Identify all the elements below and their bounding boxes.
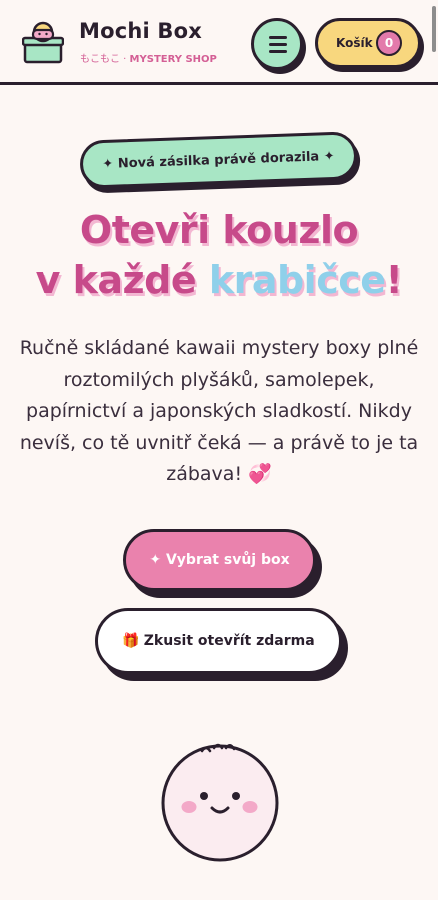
new-shipment-badge: ✦ Nová zásilka právě dorazila ✦ (79, 131, 358, 189)
cart-button[interactable]: Košík 0 (315, 18, 421, 68)
try-free-open-label: Zkusit otevřít zdarma (143, 633, 315, 649)
brand-subtitle: もこもこ · MYSTERY SHOP (80, 50, 217, 65)
hero-title: Otevři kouzlo v každé krabičce! (0, 205, 438, 305)
cart-label: Košík (336, 36, 373, 50)
choose-box-button[interactable]: ✦ Vybrat svůj box (123, 529, 316, 591)
brand-subtitle-jp: もこもこ · (80, 54, 130, 65)
hero-description: Ručně skládané kawaii mystery boxy plné … (19, 337, 419, 485)
cart-count-badge: 0 (376, 30, 402, 56)
hero-title-line1: Otevři kouzlo (79, 208, 359, 252)
hero-title-accent: krabičce (208, 258, 386, 302)
mochi-mascot-icon (161, 743, 279, 862)
site-header: Mochi Box もこもこ · MYSTERY SHOP Košík 0 (0, 0, 438, 85)
hamburger-icon (269, 36, 287, 39)
try-free-open-button[interactable]: 🎁 Zkusit otevřít zdarma (95, 608, 342, 674)
mochi-box-logo-icon[interactable] (22, 21, 64, 65)
brand-subtitle-en: MYSTERY SHOP (129, 54, 217, 65)
brand-title[interactable]: Mochi Box (79, 19, 202, 43)
hero-title-exclamation: ! (385, 258, 403, 302)
scrollbar[interactable] (432, 6, 436, 52)
hero-title-line2: v každé (35, 258, 209, 302)
menu-button[interactable] (251, 18, 303, 70)
hamburger-icon-line (269, 43, 287, 46)
hamburger-icon-line (269, 50, 287, 53)
gift-icon: 🎁 (122, 633, 140, 649)
